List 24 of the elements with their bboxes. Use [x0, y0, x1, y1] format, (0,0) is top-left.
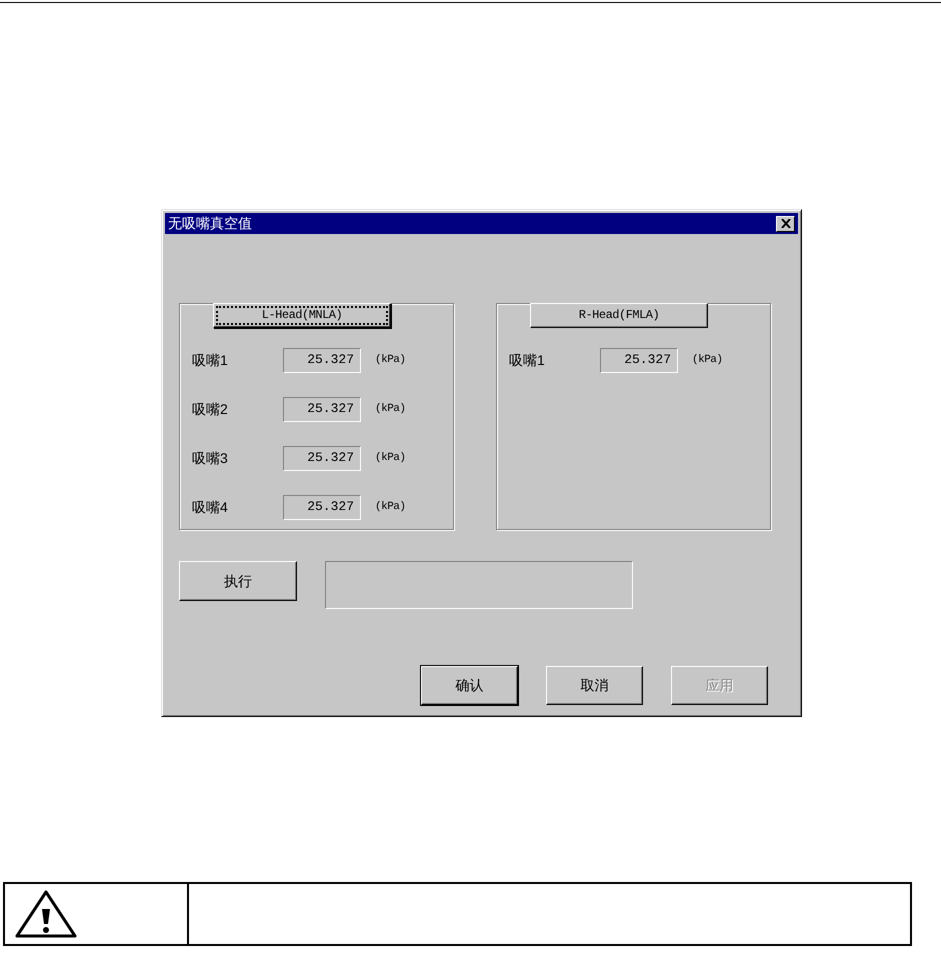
vacuum-value-field: 25.327 [283, 396, 361, 422]
unit-label: (kPa) [375, 500, 406, 515]
vacuum-value-field: 25.327 [283, 348, 361, 372]
nozzle-label: 吸嘴1 [509, 350, 546, 370]
vacuum-value-field: 25.327 [600, 348, 678, 372]
vacuum-value-field: 25.327 [283, 446, 361, 470]
unit-label: (kPa) [375, 352, 406, 368]
dialog-button[interactable]: 确认 [421, 666, 518, 705]
warning-icon [15, 890, 77, 938]
unit-label: (kPa) [375, 402, 406, 417]
close-icon [780, 219, 790, 228]
close-button[interactable] [776, 216, 795, 232]
nozzle-label: 吸嘴2 [192, 400, 229, 418]
vacuum-value-field: 25.327 [283, 494, 361, 520]
nozzle-label: 吸嘴3 [192, 448, 229, 468]
group-header-button[interactable]: L-Head(MNLA) [213, 302, 391, 328]
nozzle-label: 吸嘴4 [192, 498, 229, 516]
window-title: 无吸嘴真空值 [168, 214, 252, 233]
dialog-button[interactable]: 取消 [546, 666, 643, 705]
unit-label: (kPa) [375, 450, 406, 466]
unit-label: (kPa) [692, 352, 723, 368]
group-header-button[interactable]: R-Head(FMLA) [530, 302, 708, 328]
execute-button[interactable]: 执行 [179, 561, 297, 601]
nozzle-label: 吸嘴1 [192, 350, 229, 370]
